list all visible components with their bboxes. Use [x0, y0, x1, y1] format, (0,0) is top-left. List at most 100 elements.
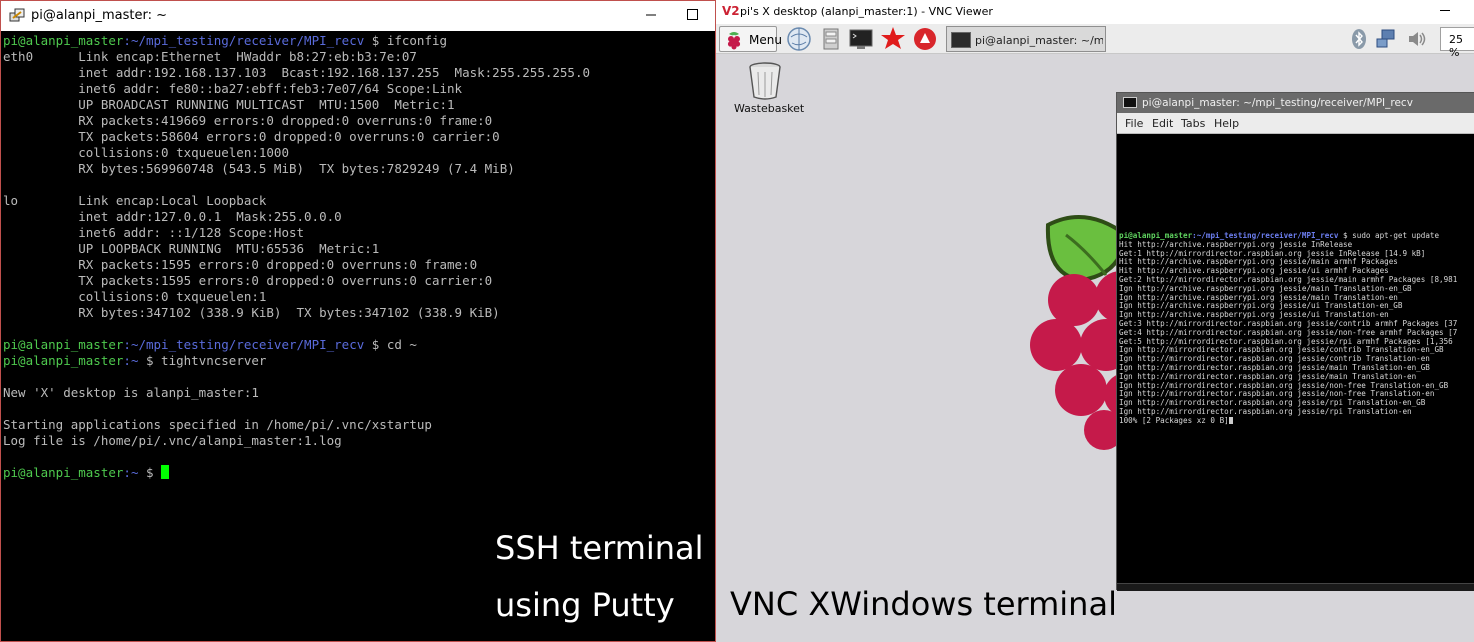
output-text: Ign http://mirrordirector.raspbian.org j… [1119, 380, 1449, 390]
terminal-line: eth0 Link encap:Ethernet HWaddr b8:27:eb… [3, 49, 715, 65]
output-text: Hit http://archive.raspberrypi.org jessi… [1119, 257, 1398, 267]
terminal-line: Log file is /home/pi/.vnc/alanpi_master:… [3, 433, 715, 449]
menu-file[interactable]: File [1125, 117, 1143, 130]
output-text: Get:2 http://mirrordirector.raspbian.org… [1119, 274, 1458, 284]
terminal-line: Starting applications specified in /home… [3, 417, 715, 433]
terminal-line: TX packets:1595 errors:0 dropped:0 overr… [3, 273, 715, 289]
terminal-line: inet6 addr: fe80::ba27:ebff:feb3:7e07/64… [3, 81, 715, 97]
taskbar-terminal-item[interactable]: pi@alanpi_master: ~/mpi_t... [946, 26, 1106, 52]
output-text: Ign http://archive.raspberrypi.org jessi… [1119, 283, 1412, 293]
putty-window: pi@alanpi_master: ~ pi@alanpi_master:~/m… [0, 0, 716, 642]
output-text: Log file is /home/pi/.vnc/alanpi_master:… [3, 433, 342, 448]
terminal-line: New 'X' desktop is alanpi_master:1 [3, 385, 715, 401]
taskbar-item-label: pi@alanpi_master: ~/mpi_t... [975, 34, 1103, 47]
terminal-line: RX packets:1595 errors:0 dropped:0 overr… [3, 257, 715, 273]
terminal-line: lo Link encap:Local Loopback [3, 193, 715, 209]
maximize-icon[interactable] [687, 9, 698, 20]
terminal-icon [951, 32, 971, 48]
vnc-title-bar[interactable]: V2 pi's X desktop (alanpi_master:1) - VN… [716, 0, 1474, 24]
text-cursor [161, 465, 170, 479]
terminal-line: pi@alanpi_master:~/mpi_testing/receiver/… [3, 337, 715, 353]
putty-app-icon [9, 8, 25, 22]
minimize-icon[interactable] [1440, 10, 1450, 11]
output-text: Ign http://archive.raspberrypi.org jessi… [1119, 310, 1389, 320]
lxterminal-menubar: File Edit Tabs Help [1117, 113, 1474, 134]
output-text: TX packets:58604 errors:0 dropped:0 over… [3, 129, 500, 144]
command-text: $ tightvncserver [138, 353, 267, 368]
terminal-line: collisions:0 txqueuelen:1000 [3, 145, 715, 161]
prompt-user: pi@alanpi_master [3, 353, 124, 368]
putty-window-title: pi@alanpi_master: ~ [31, 8, 168, 23]
terminal-line: 100% [2 Packages xz 0 B] [1119, 415, 1474, 426]
command-text: $ ifconfig [364, 33, 448, 48]
output-text: Ign http://archive.raspberrypi.org jessi… [1119, 301, 1403, 311]
output-text: Starting applications specified in /home… [3, 417, 432, 432]
terminal-line: inet addr:127.0.0.1 Mask:255.0.0.0 [3, 209, 715, 225]
terminal-line: RX bytes:347102 (338.9 KiB) TX bytes:347… [3, 305, 715, 321]
lxterminal-content[interactable]: pi@alanpi_master:~/mpi_testing/receiver/… [1119, 232, 1474, 582]
menu-edit[interactable]: Edit [1152, 117, 1173, 130]
vnc-window-title: pi's X desktop (alanpi_master:1) - VNC V… [740, 5, 993, 18]
vnc-caption: VNC XWindows terminal [730, 585, 1117, 623]
lxde-panel: Menu pi@alanpi_master: ~/mpi_t... [716, 24, 1474, 59]
output-text: collisions:0 txqueuelen:1000 [3, 145, 289, 160]
command-text: $ cd ~ [364, 337, 417, 352]
output-text: Hit http://archive.raspberrypi.org jessi… [1119, 239, 1353, 249]
volume-icon[interactable] [1406, 28, 1428, 50]
cpu-usage-monitor[interactable]: 25 % [1440, 27, 1474, 59]
network-icon[interactable] [1376, 28, 1398, 50]
terminal-line: UP BROADCAST RUNNING MULTICAST MTU:1500 … [3, 97, 715, 113]
output-text: Ign http://mirrordirector.raspbian.org j… [1119, 371, 1417, 381]
command-text: $ sudo apt-get update [1338, 232, 1440, 240]
menu-tabs[interactable]: Tabs [1181, 117, 1205, 130]
mathematica-icon[interactable] [880, 26, 906, 52]
menu-button[interactable]: Menu [719, 26, 782, 52]
output-text: Ign http://archive.raspberrypi.org jessi… [1119, 292, 1398, 302]
lxterminal-title: pi@alanpi_master: ~/mpi_testing/receiver… [1142, 97, 1413, 109]
output-text: 100% [2 Packages xz 0 B] [1119, 415, 1229, 425]
raspberry-pi-icon [727, 32, 741, 50]
output-text: New 'X' desktop is alanpi_master:1 [3, 385, 259, 400]
terminal-line: RX bytes:569960748 (543.5 MiB) TX bytes:… [3, 161, 715, 177]
bluetooth-icon[interactable] [1348, 28, 1370, 50]
trash-icon [749, 62, 781, 100]
terminal-line: RX packets:419669 errors:0 dropped:0 ove… [3, 113, 715, 129]
terminal-icon [1123, 97, 1137, 108]
output-text: Get:1 http://mirrordirector.raspbian.org… [1119, 248, 1426, 258]
prompt-path: :~ [123, 465, 139, 480]
wastebasket-desktop-item[interactable]: Wastebasket [730, 60, 804, 120]
output-text: Ign http://mirrordirector.raspbian.org j… [1119, 362, 1430, 372]
output-text: TX packets:1595 errors:0 dropped:0 overr… [3, 273, 493, 288]
vnc-viewer-window: V2 pi's X desktop (alanpi_master:1) - VN… [716, 0, 1474, 642]
lxterminal-scrollbar[interactable] [1117, 583, 1474, 591]
wastebasket-label: Wastebasket [734, 102, 805, 115]
ssh-caption-line2: using Putty [495, 586, 675, 624]
web-browser-icon[interactable] [786, 26, 812, 52]
prompt-user: pi@alanpi_master [3, 33, 124, 48]
wolfram-icon[interactable] [912, 26, 938, 52]
file-manager-icon[interactable] [818, 26, 844, 52]
putty-title-bar[interactable]: pi@alanpi_master: ~ [1, 1, 715, 31]
minimize-icon[interactable] [641, 5, 661, 25]
output-text: Ign http://mirrordirector.raspbian.org j… [1119, 354, 1430, 364]
output-text: UP BROADCAST RUNNING MULTICAST MTU:1500 … [3, 97, 455, 112]
output-text: inet6 addr: fe80::ba27:ebff:feb3:7e07/64… [3, 81, 463, 96]
output-text: inet6 addr: ::1/128 Scope:Host [3, 225, 305, 240]
prompt-path: :~/mpi_testing/receiver/MPI_recv [123, 337, 365, 352]
prompt-path: :~/mpi_testing/receiver/MPI_recv [123, 33, 365, 48]
output-text: Hit http://archive.raspberrypi.org jessi… [1119, 266, 1389, 276]
terminal-line: collisions:0 txqueuelen:1 [3, 289, 715, 305]
lxterminal-title-bar[interactable]: pi@alanpi_master: ~/mpi_testing/receiver… [1117, 93, 1474, 113]
terminal-line: TX packets:58604 errors:0 dropped:0 over… [3, 129, 715, 145]
command-text: $ [138, 465, 162, 480]
output-text: inet addr:127.0.0.1 Mask:255.0.0.0 [3, 209, 342, 224]
output-text: Get:5 http://mirrordirector.raspbian.org… [1119, 336, 1453, 346]
menu-help[interactable]: Help [1214, 117, 1239, 130]
prompt-path: :~ [123, 353, 139, 368]
terminal-line: pi@alanpi_master:~/mpi_testing/receiver/… [3, 33, 715, 49]
menu-label: Menu [749, 33, 782, 47]
terminal-icon[interactable] [848, 26, 874, 52]
